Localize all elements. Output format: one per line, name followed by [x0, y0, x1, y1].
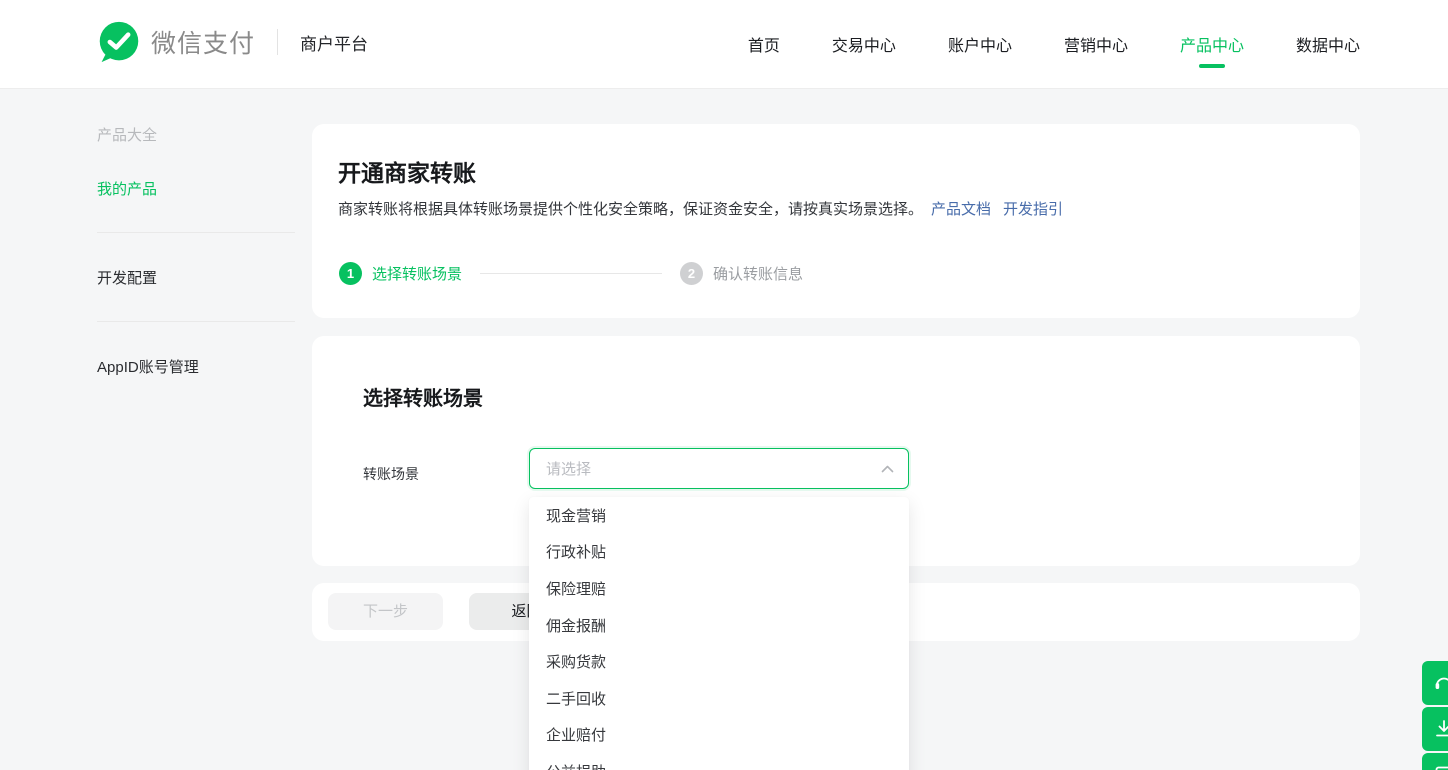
- dropdown-option-commission[interactable]: 佣金报酬: [529, 607, 909, 644]
- sidebar-item-dev-config[interactable]: 开发配置: [97, 267, 295, 288]
- nav-item-marketing[interactable]: 营销中心: [1064, 0, 1128, 90]
- sidebar-item-my-products[interactable]: 我的产品: [97, 178, 295, 199]
- page-title: 开通商家转账: [338, 154, 476, 188]
- intro-card: 开通商家转账 商家转账将根据具体转账场景提供个性化安全策略，保证资金安全，请按真…: [312, 124, 1360, 318]
- form-heading: 选择转账场景: [363, 382, 483, 411]
- dropdown-option-cash-marketing[interactable]: 现金营销: [529, 497, 909, 534]
- headset-icon: [1433, 672, 1448, 694]
- step-2-circle: 2: [680, 262, 703, 285]
- dropdown-option-procurement[interactable]: 采购货款: [529, 643, 909, 680]
- step-2-label: 确认转账信息: [713, 263, 803, 284]
- download-button[interactable]: [1422, 707, 1448, 751]
- dropdown-option-secondhand-recycle[interactable]: 二手回收: [529, 680, 909, 717]
- nav-item-home[interactable]: 首页: [748, 0, 780, 90]
- step-connector-line: [480, 273, 662, 274]
- dev-guide-link[interactable]: 开发指引: [1003, 201, 1063, 218]
- dropdown-option-insurance-claim[interactable]: 保险理赔: [529, 570, 909, 607]
- dropdown-option-admin-subsidy[interactable]: 行政补贴: [529, 534, 909, 571]
- float-button-stack: [1422, 661, 1448, 770]
- logo[interactable]: 微信支付 商户平台: [97, 20, 368, 64]
- customer-service-button[interactable]: [1422, 661, 1448, 705]
- select-placeholder: 请选择: [546, 458, 881, 479]
- product-docs-link[interactable]: 产品文档: [931, 201, 991, 218]
- portal-name: 商户平台: [300, 30, 368, 55]
- sidebar-divider: [97, 321, 295, 322]
- dropdown-option-enterprise-compensation[interactable]: 企业赔付: [529, 717, 909, 754]
- logo-text: 微信支付: [151, 24, 255, 60]
- top-header: 微信支付 商户平台 首页 交易中心 账户中心 营销中心 产品中心 数据中心: [0, 0, 1448, 89]
- feedback-form-icon: [1433, 764, 1448, 770]
- intro-description-row: 商家转账将根据具体转账场景提供个性化安全策略，保证资金安全，请按真实场景选择。产…: [338, 198, 1063, 219]
- feedback-button[interactable]: [1422, 753, 1448, 770]
- next-step-button[interactable]: 下一步: [328, 593, 443, 630]
- logo-divider: [277, 29, 278, 55]
- page: 微信支付 商户平台 首页 交易中心 账户中心 营销中心 产品中心 数据中心 产品…: [0, 0, 1448, 770]
- sidebar-item-appid-management[interactable]: AppID账号管理: [97, 356, 295, 377]
- transfer-scene-dropdown: 现金营销 行政补贴 保险理赔 佣金报酬 采购货款 二手回收 企业赔付 公益捐助: [529, 497, 909, 770]
- sidebar-divider: [97, 232, 295, 233]
- wechat-pay-icon: [97, 20, 141, 64]
- intro-description: 商家转账将根据具体转账场景提供个性化安全策略，保证资金安全，请按真实场景选择。: [338, 201, 923, 218]
- dropdown-option-charity[interactable]: 公益捐助: [529, 753, 909, 770]
- transfer-scene-select[interactable]: 请选择: [529, 448, 909, 489]
- download-icon: [1433, 718, 1448, 740]
- step-1-label: 选择转账场景: [372, 263, 462, 284]
- sidebar: 产品大全 我的产品 开发配置 AppID账号管理: [97, 89, 295, 377]
- nav-item-data[interactable]: 数据中心: [1296, 0, 1360, 90]
- sidebar-item-all-products[interactable]: 产品大全: [97, 124, 295, 145]
- main-nav: 首页 交易中心 账户中心 营销中心 产品中心 数据中心: [748, 0, 1360, 88]
- nav-item-account[interactable]: 账户中心: [948, 0, 1012, 90]
- nav-item-transactions[interactable]: 交易中心: [832, 0, 896, 90]
- step-1-circle: 1: [339, 262, 362, 285]
- transfer-scene-label: 转账场景: [363, 464, 419, 484]
- nav-item-products[interactable]: 产品中心: [1180, 0, 1244, 90]
- chevron-up-icon: [881, 465, 894, 473]
- step-indicator: 1 选择转账场景 2 确认转账信息: [339, 262, 803, 285]
